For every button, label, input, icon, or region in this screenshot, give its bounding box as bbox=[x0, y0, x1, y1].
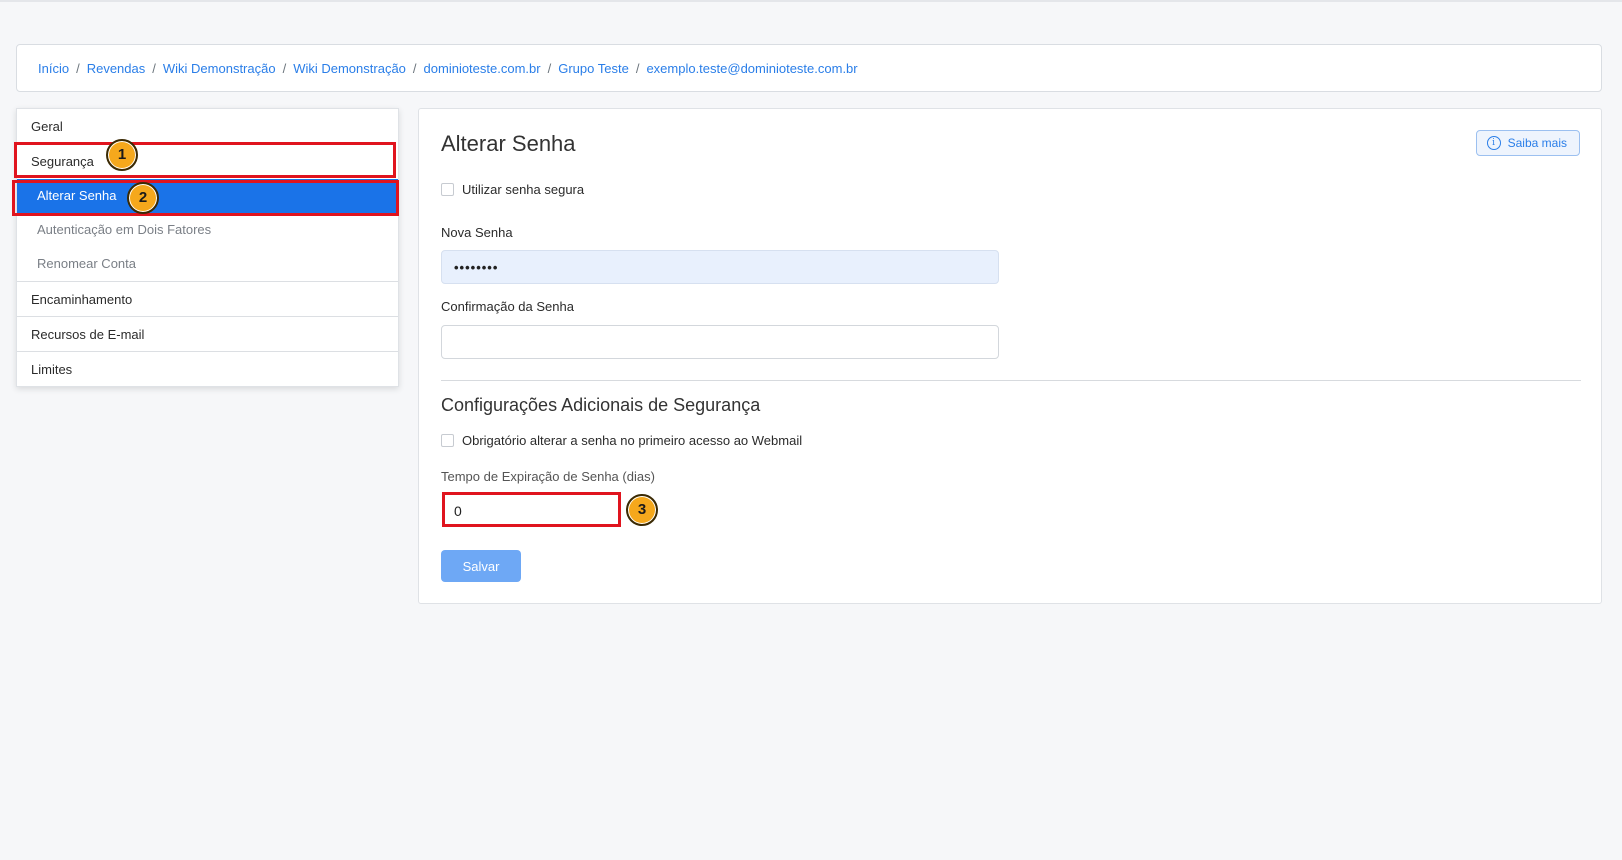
sidebar-item-seguranca[interactable]: Segurança bbox=[17, 144, 398, 179]
secure-password-checkbox[interactable] bbox=[441, 183, 454, 196]
page-title: Alterar Senha bbox=[441, 131, 576, 156]
annotation-badge-2: 2 bbox=[127, 182, 159, 214]
saiba-mais-label: Saiba mais bbox=[1507, 136, 1567, 150]
breadcrumb-separator: / bbox=[412, 60, 417, 76]
info-icon: i bbox=[1486, 136, 1501, 150]
force-change-row: Obrigatório alterar a senha no primeiro … bbox=[441, 433, 802, 448]
annotation-badge-1: 1 bbox=[106, 139, 138, 171]
breadcrumb-separator: / bbox=[282, 60, 287, 76]
breadcrumb-separator: / bbox=[152, 60, 156, 76]
new-password-label: Nova Senha bbox=[441, 225, 513, 240]
sidebar-item-encaminhamento[interactable]: Encaminhamento bbox=[17, 281, 398, 316]
breadcrumb-separator: / bbox=[76, 60, 80, 76]
breadcrumb-account[interactable]: exemplo.teste@dominioteste.com.br bbox=[646, 61, 857, 76]
secure-password-label: Utilizar senha segura bbox=[462, 182, 585, 197]
breadcrumb-group[interactable]: Grupo Teste bbox=[558, 61, 629, 76]
save-button[interactable]: Salvar bbox=[441, 550, 521, 582]
saiba-mais-button[interactable]: i Saiba mais bbox=[1475, 130, 1580, 156]
sidebar-item-recursos-email[interactable]: Recursos de E-mail bbox=[17, 316, 398, 351]
secure-password-row: Utilizar senha segura bbox=[441, 182, 584, 197]
change-password-panel: Alterar Senha i Saiba mais Utilizar senh… bbox=[418, 108, 1602, 604]
breadcrumb-wiki-1[interactable]: Wiki Demonstração bbox=[163, 61, 276, 76]
breadcrumb-inicio[interactable]: Início bbox=[38, 61, 69, 76]
sidebar-item-geral[interactable]: Geral bbox=[17, 109, 398, 144]
breadcrumb-revendas[interactable]: Revendas bbox=[87, 61, 146, 76]
breadcrumb-separator: / bbox=[635, 60, 640, 76]
sidebar-item-limites[interactable]: Limites bbox=[17, 351, 398, 386]
force-change-label: Obrigatório alterar a senha no primeiro … bbox=[462, 433, 803, 448]
top-divider bbox=[0, 0, 1622, 2]
section-divider bbox=[441, 380, 1581, 381]
breadcrumb-separator: / bbox=[547, 60, 552, 76]
breadcrumb-domain[interactable]: dominioteste.com.br bbox=[424, 61, 541, 76]
expiration-days-input[interactable] bbox=[446, 496, 611, 526]
settings-sidebar: Geral Segurança Alterar Senha Autenticaç… bbox=[16, 108, 399, 387]
breadcrumb-wiki-2[interactable]: Wiki Demonstração bbox=[293, 61, 406, 76]
force-change-checkbox[interactable] bbox=[441, 434, 454, 447]
confirm-password-label: Confirmação da Senha bbox=[441, 299, 574, 314]
additional-security-title: Configurações Adicionais de Segurança bbox=[441, 395, 761, 415]
sidebar-subitem-alterar-senha[interactable]: Alterar Senha bbox=[17, 179, 398, 213]
sidebar-subitem-renomear-conta[interactable]: Renomear Conta bbox=[17, 247, 398, 281]
expiration-label: Tempo de Expiração de Senha (dias) bbox=[441, 469, 655, 484]
new-password-input[interactable] bbox=[441, 250, 999, 284]
confirm-password-input[interactable] bbox=[441, 325, 999, 359]
annotation-badge-3: 3 bbox=[626, 494, 658, 526]
sidebar-subitem-dois-fatores[interactable]: Autenticação em Dois Fatores bbox=[17, 213, 398, 247]
breadcrumb: Início / Revendas / Wiki Demonstração / … bbox=[16, 44, 1602, 92]
